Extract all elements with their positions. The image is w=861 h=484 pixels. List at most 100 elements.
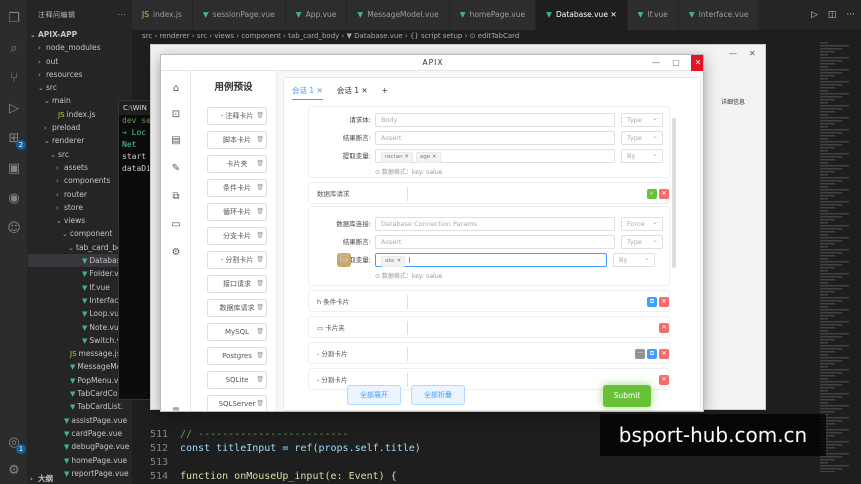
- more-icon[interactable]: ···: [635, 349, 645, 359]
- tag-chip[interactable]: abc ✕: [381, 256, 406, 267]
- preset-button[interactable]: - 分割卡片 🗑: [207, 251, 267, 269]
- tag-chip[interactable]: rectan ✕: [381, 152, 413, 163]
- settings-gear-icon[interactable]: ⚙: [4, 460, 24, 480]
- code-line-513[interactable]: 513: [132, 456, 861, 470]
- preset-button[interactable]: 脚本卡片 🗑: [207, 131, 267, 149]
- folder-item[interactable]: ⌄ src: [28, 148, 132, 161]
- file-item[interactable]: ▼ assistPage.vue: [28, 414, 132, 427]
- copy-icon[interactable]: ⧉: [168, 189, 184, 205]
- db-assert-select[interactable]: Type: [621, 234, 663, 249]
- file-item[interactable]: ▼ PopMenu.vu: [28, 374, 132, 387]
- folder-item[interactable]: ⌄ renderer: [28, 134, 132, 147]
- close-tab-icon[interactable]: ✕: [608, 10, 616, 19]
- extract-input[interactable]: rectan ✕ age ✕: [375, 149, 615, 163]
- edit-icon[interactable]: ✎: [168, 161, 184, 177]
- preset-button[interactable]: SQLite 🗑: [207, 371, 267, 389]
- trash-icon[interactable]: 🗑: [256, 348, 264, 364]
- collapse-all-button[interactable]: 全部折叠: [411, 385, 465, 405]
- search-icon[interactable]: ⌕: [4, 38, 24, 58]
- more-icon[interactable]: ···: [118, 0, 126, 30]
- file-item[interactable]: ▼ TabCardCom: [28, 387, 132, 400]
- preset-button[interactable]: 循环卡片 🗑: [207, 203, 267, 221]
- details-button[interactable]: 详细信息: [721, 97, 745, 106]
- db-assert-input[interactable]: Assert: [375, 235, 615, 249]
- folder-item[interactable]: › node_modules: [28, 41, 132, 54]
- folder-item[interactable]: › out: [28, 55, 132, 68]
- trash-icon[interactable]: 🗑: [256, 252, 264, 268]
- trash-icon[interactable]: 🗑: [256, 324, 264, 340]
- file-item[interactable]: ▼ Switch.vue: [28, 334, 132, 347]
- card-database-header[interactable]: 数据库请求 ✓ ✕: [308, 182, 670, 204]
- preset-button[interactable]: MySQL 🗑: [207, 323, 267, 341]
- file-item[interactable]: ▼ debugPage.vue: [28, 440, 132, 453]
- chat-icon[interactable]: ☺: [4, 218, 24, 238]
- delete-icon[interactable]: ✕: [659, 375, 669, 385]
- delete-icon[interactable]: ✕: [659, 189, 669, 199]
- copy-card-icon[interactable]: ⧉: [647, 297, 657, 307]
- delete-icon[interactable]: ✕: [659, 297, 669, 307]
- file-item[interactable]: ▼ If.vue: [28, 281, 132, 294]
- body-type-select[interactable]: Type: [621, 112, 663, 127]
- trash-icon[interactable]: 🗑: [256, 300, 264, 316]
- settings-icon[interactable]: ⚙: [168, 245, 184, 261]
- assert-type-select[interactable]: Type: [621, 130, 663, 145]
- explorer-icon[interactable]: ❐: [4, 8, 24, 28]
- extract-by-select[interactable]: By: [621, 148, 663, 163]
- file-item[interactable]: ▼ MessageMo: [28, 360, 132, 373]
- editor-tab[interactable]: ▼ MessageModel.vue: [347, 0, 450, 30]
- minimize-icon[interactable]: —: [729, 49, 737, 58]
- card-folder-collapsed[interactable]: ▭ 卡片夹 ✕: [308, 316, 670, 338]
- expand-all-button[interactable]: 全部展开: [347, 385, 401, 405]
- session-tab-1[interactable]: 会话 1 ✕: [292, 82, 323, 100]
- folder-item[interactable]: › assets: [28, 161, 132, 174]
- editor-tab[interactable]: ▼ Database.vue ✕: [536, 0, 628, 30]
- code-line-514[interactable]: 514 function onMouseUp_input(e: Event) {: [132, 470, 861, 484]
- trash-icon[interactable]: 🗑: [256, 132, 264, 148]
- folder-item[interactable]: ⌄ views: [28, 214, 132, 227]
- maximize-icon[interactable]: ▢: [669, 55, 683, 71]
- breadcrumb[interactable]: src › renderer › src › views › component…: [132, 30, 861, 42]
- folder-item[interactable]: ⌄ component: [28, 227, 132, 240]
- source-control-icon[interactable]: ⑂: [4, 68, 24, 88]
- minimap[interactable]: [816, 42, 861, 472]
- preset-button[interactable]: 分支卡片 🗑: [207, 227, 267, 245]
- file-item[interactable]: ▼ cardPage.vue: [28, 427, 132, 440]
- preset-button[interactable]: SQLServer 🗑: [207, 395, 267, 411]
- folder-item[interactable]: › store: [28, 201, 132, 214]
- minimize-icon[interactable]: —: [649, 55, 663, 71]
- folder-item[interactable]: › preload: [28, 121, 132, 134]
- tag-chip[interactable]: age ✕: [415, 152, 441, 163]
- file-item[interactable]: JS index.js: [28, 108, 132, 121]
- chat-icon[interactable]: ▭: [168, 217, 184, 233]
- trash-icon[interactable]: 🗑: [256, 372, 264, 388]
- split-editor-icon[interactable]: ◫: [828, 10, 837, 20]
- git-icon[interactable]: ◉: [4, 188, 24, 208]
- editor-tab[interactable]: ▼ If.vue: [627, 0, 679, 30]
- account-icon[interactable]: ◎ 1: [4, 432, 26, 454]
- db-extract-select[interactable]: By: [613, 252, 655, 267]
- folder-item[interactable]: › router: [28, 188, 132, 201]
- file-item[interactable]: ▼ homePage.vue: [28, 454, 132, 467]
- delete-icon[interactable]: ✕: [659, 349, 669, 359]
- project-root[interactable]: ⌄ APIX-APP: [28, 28, 132, 41]
- file-item[interactable]: JS message.js: [28, 347, 132, 360]
- body-input[interactable]: Body: [375, 113, 615, 127]
- editor-tab[interactable]: JS index.js: [132, 0, 193, 30]
- delete-icon[interactable]: ✕: [659, 323, 669, 333]
- preset-button[interactable]: 卡片夹 🗑: [207, 155, 267, 173]
- card-divider-collapsed[interactable]: - 分割卡片 ··· ⧉ ✕: [308, 342, 670, 364]
- db-extract-input[interactable]: abc ✕ |: [375, 253, 607, 267]
- trash-icon[interactable]: 🗑: [256, 204, 264, 220]
- db-conn-input[interactable]: Database Connection Params: [375, 217, 615, 231]
- editor-tab[interactable]: ▼ App.vue: [285, 0, 348, 30]
- trash-icon[interactable]: 🗑: [256, 228, 264, 244]
- card-if-collapsed[interactable]: h 条件卡片 ⧉ ✕: [308, 290, 670, 312]
- close-icon[interactable]: ✕: [749, 49, 756, 58]
- file-item[interactable]: ▼Interface.vue: [28, 294, 132, 307]
- add-session-icon[interactable]: +: [382, 82, 388, 100]
- extensions-icon[interactable]: ⊞ 2: [4, 128, 26, 150]
- scrollbar[interactable]: [672, 118, 676, 268]
- preset-button[interactable]: 接口请求 🗑: [207, 275, 267, 293]
- run-debug-icon[interactable]: ▷: [4, 98, 24, 118]
- session-tab-2[interactable]: 会话 1 ✕: [337, 82, 368, 100]
